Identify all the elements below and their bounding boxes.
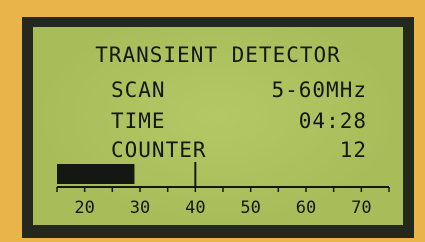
device-frame: TRANSIENT DETECTOR SCAN 5-60MHz TIME 04:… (0, 0, 425, 242)
meter-scale-label: 20 (74, 198, 94, 218)
meter-scale-label: 70 (351, 198, 371, 218)
signal-meter: 20 30 40 50 60 70 (56, 162, 390, 218)
meter-scale-label: 60 (296, 198, 316, 218)
lcd-screen: TRANSIENT DETECTOR SCAN 5-60MHz TIME 04:… (33, 27, 403, 225)
meter-fill-bar (57, 164, 135, 184)
meter-scale-label: 30 (130, 198, 150, 218)
meter-scale-label: 40 (185, 198, 205, 218)
meter-scale-label: 50 (240, 198, 260, 218)
